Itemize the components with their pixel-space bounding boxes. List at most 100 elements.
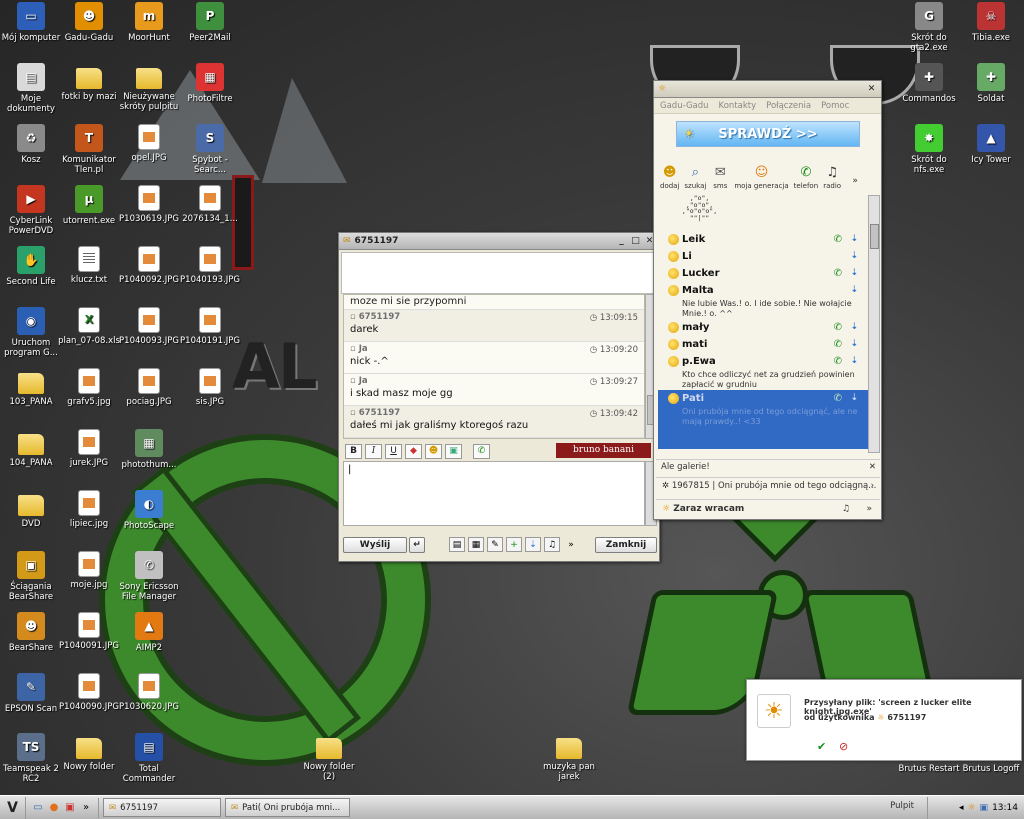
desktop-icon[interactable]: fotki by mazi [58, 63, 120, 102]
desktop-icon[interactable]: ☠ Tibia.exe [960, 2, 1022, 43]
chevron-right-icon[interactable]: » [80, 802, 92, 814]
contact-item[interactable]: p.Ewa ✆ ⇣ [658, 353, 868, 370]
desktop-icon[interactable]: opel.JPG [118, 124, 180, 163]
desktop-icon[interactable]: S Spybot - Searc... [179, 124, 241, 175]
contact-item[interactable]: mati ✆ ⇣ [658, 336, 868, 353]
desktop-icon[interactable]: TS Teamspeak 2 RC2 [0, 733, 62, 784]
bold-button[interactable]: B [345, 443, 362, 459]
notes-icon[interactable]: ✎ [487, 537, 503, 552]
send-button[interactable]: Wyślij [343, 537, 407, 553]
own-status[interactable]: ☼ Zaraz wracam ♫» [656, 499, 880, 519]
desktop-icon[interactable]: ✚ Soldat [960, 63, 1022, 104]
desktop-icon[interactable]: P1040191.JPG [179, 307, 241, 346]
desktop-icon[interactable]: ▶ CyberLink PowerDVD [0, 185, 62, 236]
contact-item[interactable]: Li ⇣ [658, 248, 868, 265]
desktop-icon[interactable]: 103_PANA [0, 368, 62, 407]
menu-gadu-gadu[interactable]: Gadu-Gadu [660, 101, 709, 111]
file-send-icon[interactable]: ▤ [449, 537, 465, 552]
desktop-icon[interactable]: ☻ Gadu-Gadu [58, 2, 120, 43]
maximize-icon[interactable]: □ [630, 236, 641, 247]
clock[interactable]: 13:14 [992, 803, 1018, 813]
chat-titlebar[interactable]: ✉ 6751197 _ □ ✕ [339, 233, 659, 250]
desktop-icon[interactable]: ☻ BearShare [0, 612, 62, 653]
desktop-icon[interactable]: m MoorHunt [118, 2, 180, 43]
add-contact-icon[interactable]: + [506, 537, 522, 552]
desktop-icon[interactable]: Xplan_07-08.xls [58, 307, 120, 346]
desktop-icon[interactable]: ▲ AIMP2 [118, 612, 180, 653]
desktop-icon[interactable]: lipiec.jpg [58, 490, 120, 529]
message-input[interactable]: | [343, 461, 645, 526]
desktop-icon[interactable]: ▭ Mój komputer [0, 2, 62, 43]
desktop-icon[interactable]: ♻ Kosz [0, 124, 62, 165]
desktop-icon[interactable]: ◉ Uruchom program G... [0, 307, 62, 358]
italic-button[interactable]: I [365, 443, 382, 459]
desktop-icon[interactable]: ◐ PhotoScape [118, 490, 180, 531]
image-icon[interactable]: ▣ [445, 443, 462, 459]
contact-list[interactable]: Leik ✆ ⇣ Li ⇣ Lucker ✆ ⇣ Malta ⇣ Nie lubie Was… [658, 231, 868, 449]
toolbar-more[interactable]: » [846, 172, 864, 190]
close-icon[interactable]: ✕ [866, 84, 877, 95]
desktop-icon[interactable]: 104_PANA [0, 429, 62, 468]
desktop-icon[interactable]: muzyka pan jarek [538, 733, 600, 782]
desktop-icon[interactable]: Nowy folder (2) [298, 733, 360, 782]
start-button[interactable]: V [0, 796, 26, 819]
desktop-icon[interactable]: ▲ Icy Tower [960, 124, 1022, 165]
menu-pomoc[interactable]: Pomoc [821, 101, 849, 111]
recent-status[interactable]: ✲ 1967815 | Oni prubója mnie od tego odc… [656, 477, 880, 495]
desktop-icon[interactable]: ▣ Ściągania BearShare [0, 551, 62, 602]
desktop-icon[interactable]: ▦ photothum... [118, 429, 180, 470]
emoticon-icon[interactable]: ☻ [425, 443, 442, 459]
close-button[interactable]: Zamknij [595, 537, 657, 553]
contact-item[interactable]: mały ✆ ⇣ [658, 319, 868, 336]
add-contact-button[interactable]: ☻ dodaj [660, 163, 679, 191]
desktop-icon[interactable]: P1040193.JPG [179, 246, 241, 285]
desktop-icon[interactable]: µ utorrent.exe [58, 185, 120, 226]
desktop-icon[interactable]: ▭ [32, 802, 44, 814]
desktop-toolbar-label[interactable]: Pulpit [890, 801, 914, 811]
contact-item[interactable]: Malta ⇣ [658, 282, 868, 299]
contact-list-scrollbar[interactable] [868, 195, 880, 453]
chevron-right-icon[interactable]: » [563, 537, 579, 552]
desktop-icon[interactable]: ✚ Commandos [898, 63, 960, 104]
desktop-icon[interactable]: Nowy folder [58, 733, 120, 772]
minimize-icon[interactable]: _ [616, 236, 627, 247]
moja-generacja-button[interactable]: ☺ moja generacja [734, 163, 788, 191]
gg-titlebar[interactable]: ☼ ✕ [654, 81, 881, 98]
desktop-icon[interactable]: T Komunikator Tlen.pl [58, 124, 120, 175]
ad-banner[interactable]: ☀ SPRAWDŹ >> [676, 121, 860, 147]
scrollbar-thumb[interactable] [870, 224, 879, 249]
desktop-icon[interactable]: P1040093.JPG [118, 307, 180, 346]
firefox-icon[interactable]: ● [48, 802, 60, 814]
desktop-icon[interactable]: grafv5.jpg [58, 368, 120, 407]
menu-polaczenia[interactable]: Połączenia [766, 101, 811, 111]
accept-icon[interactable]: ✔ [817, 740, 826, 753]
desktop-icon[interactable]: jurek.JPG [58, 429, 120, 468]
gadu-gadu-icon[interactable]: ▣ [64, 802, 76, 814]
network-icon[interactable]: ▣ [980, 803, 989, 813]
arrow-icon[interactable]: ⇣ [525, 537, 541, 552]
desktop-icon[interactable]: ▤ Moje dokumenty [0, 63, 62, 114]
menu-kontakty[interactable]: Kontakty [719, 101, 757, 111]
desktop-icon[interactable]: P1040092.JPG [118, 246, 180, 285]
desktop-icon[interactable]: DVD [0, 490, 62, 529]
desktop-icon[interactable]: ✆ Sony Ericsson File Manager [118, 551, 180, 602]
desktop-icon[interactable]: P1040090.JPG [58, 673, 120, 712]
desktop-icon[interactable]: ▤ Total Commander [118, 733, 180, 784]
phone-icon[interactable]: ✆ [473, 443, 490, 459]
contact-item[interactable]: Lucker ✆ ⇣ [658, 265, 868, 282]
message-history[interactable]: moze mi sie przypomni ▫ 6751197 ◷ 13:09:1… [343, 294, 645, 439]
selected-contact[interactable]: Pati ✆ ⇣ Oni prubója mnie od tego odciągną… [658, 390, 868, 449]
desktop-icon[interactable]: ✸ Skrót do nfs.exe [898, 124, 960, 175]
desktop-icon[interactable]: sis.JPG [179, 368, 241, 407]
gadu-gadu-sun-icon[interactable]: ☼ [967, 803, 975, 813]
task-button[interactable]: ✉ Pati( Oni prubója mni... [225, 798, 350, 817]
contact-item[interactable]: Leik ✆ ⇣ [658, 231, 868, 248]
desktop-icon[interactable]: Nieużywane skróty pulpitu [118, 63, 180, 112]
desktop-icon[interactable]: pociag.JPG [118, 368, 180, 407]
radio-button[interactable]: ♫ radio [823, 163, 841, 191]
desktop-icon[interactable]: ✋ Second Life [0, 246, 62, 287]
desktop-icon[interactable]: ✎ EPSON Scan [0, 673, 62, 714]
close-icon[interactable]: ✕ [869, 460, 876, 475]
arrow-left-icon[interactable]: ◂ [959, 803, 964, 813]
reject-icon[interactable]: ⊘ [839, 740, 848, 753]
